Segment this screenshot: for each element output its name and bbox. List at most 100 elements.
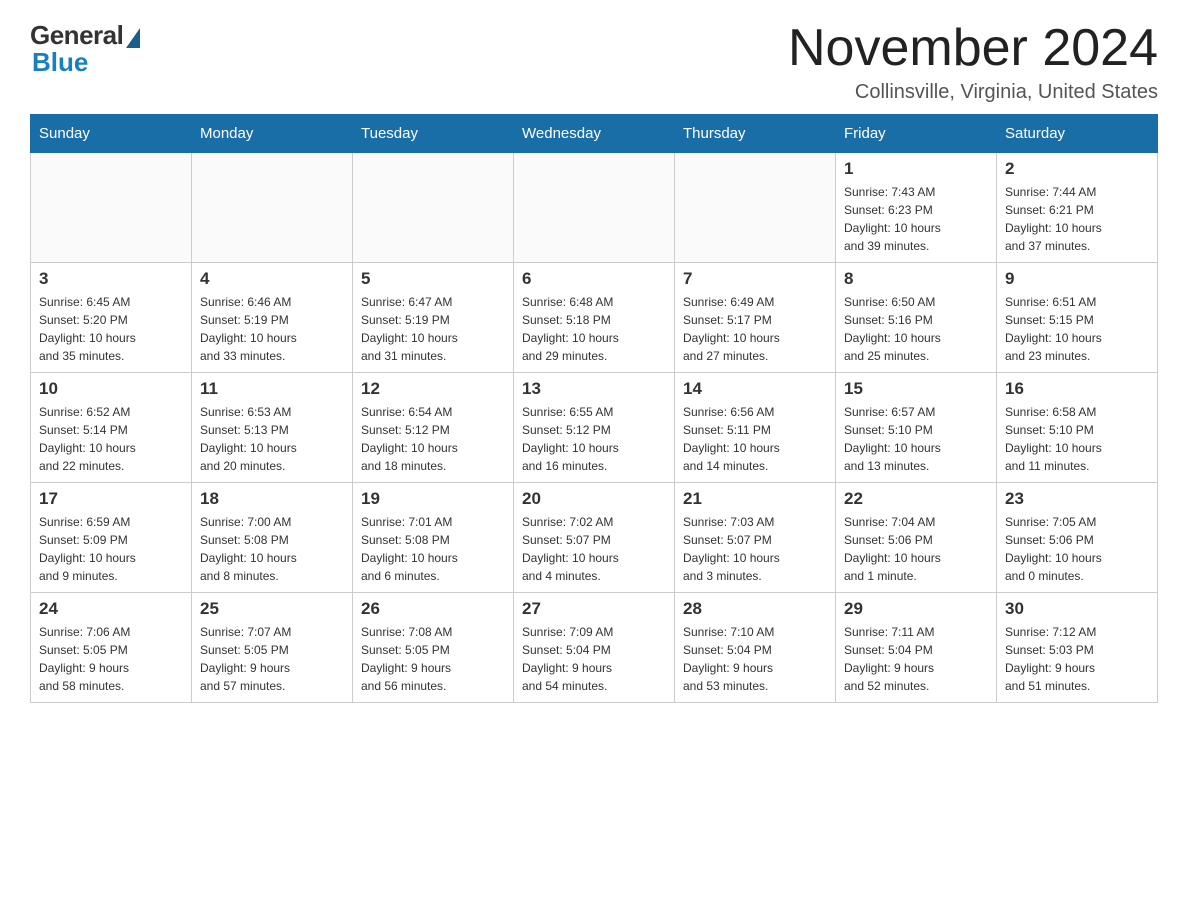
day-number: 25 <box>200 599 344 619</box>
day-sun-info: Sunrise: 7:09 AMSunset: 5:04 PMDaylight:… <box>522 623 666 695</box>
day-number: 28 <box>683 599 827 619</box>
calendar-header: SundayMondayTuesdayWednesdayThursdayFrid… <box>31 115 1158 153</box>
logo-triangle-icon <box>126 28 140 48</box>
calendar-cell <box>192 153 353 263</box>
day-sun-info: Sunrise: 7:03 AMSunset: 5:07 PMDaylight:… <box>683 513 827 585</box>
day-sun-info: Sunrise: 7:02 AMSunset: 5:07 PMDaylight:… <box>522 513 666 585</box>
day-sun-info: Sunrise: 6:58 AMSunset: 5:10 PMDaylight:… <box>1005 403 1149 475</box>
week-row-2: 3 Sunrise: 6:45 AMSunset: 5:20 PMDaylight… <box>31 263 1158 373</box>
day-sun-info: Sunrise: 7:44 AMSunset: 6:21 PMDaylight:… <box>1005 183 1149 255</box>
day-number: 26 <box>361 599 505 619</box>
day-sun-info: Sunrise: 7:04 AMSunset: 5:06 PMDaylight:… <box>844 513 988 585</box>
day-sun-info: Sunrise: 7:07 AMSunset: 5:05 PMDaylight:… <box>200 623 344 695</box>
calendar-cell: 26 Sunrise: 7:08 AMSunset: 5:05 PMDayligh… <box>353 593 514 703</box>
calendar-cell: 10 Sunrise: 6:52 AMSunset: 5:14 PMDayligh… <box>31 373 192 483</box>
week-row-3: 10 Sunrise: 6:52 AMSunset: 5:14 PMDayligh… <box>31 373 1158 483</box>
day-number: 19 <box>361 489 505 509</box>
day-sun-info: Sunrise: 6:49 AMSunset: 5:17 PMDaylight:… <box>683 293 827 365</box>
day-number: 11 <box>200 379 344 399</box>
day-number: 22 <box>844 489 988 509</box>
calendar-cell: 6Sunrise: 6:48 AMSunset: 5:18 PMDaylight… <box>514 263 675 373</box>
weekday-header-friday: Friday <box>836 115 997 153</box>
calendar-cell: 15Sunrise: 6:57 AMSunset: 5:10 PMDayligh… <box>836 373 997 483</box>
day-number: 23 <box>1005 489 1149 509</box>
day-number: 21 <box>683 489 827 509</box>
weekday-header-sunday: Sunday <box>31 115 192 153</box>
logo: General Blue <box>30 20 140 78</box>
calendar-cell: 30 Sunrise: 7:12 AMSunset: 5:03 PMDayligh… <box>997 593 1158 703</box>
calendar-cell: 21 Sunrise: 7:03 AMSunset: 5:07 PMDayligh… <box>675 483 836 593</box>
calendar-table: SundayMondayTuesdayWednesdayThursdayFrid… <box>30 114 1158 703</box>
day-sun-info: Sunrise: 7:11 AMSunset: 5:04 PMDaylight:… <box>844 623 988 695</box>
calendar-cell: 16 Sunrise: 6:58 AMSunset: 5:10 PMDayligh… <box>997 373 1158 483</box>
day-sun-info: Sunrise: 7:01 AMSunset: 5:08 PMDaylight:… <box>361 513 505 585</box>
calendar-cell: 14 Sunrise: 6:56 AMSunset: 5:11 PMDayligh… <box>675 373 836 483</box>
calendar-cell: 9Sunrise: 6:51 AMSunset: 5:15 PMDaylight… <box>997 263 1158 373</box>
day-sun-info: Sunrise: 6:56 AMSunset: 5:11 PMDaylight:… <box>683 403 827 475</box>
day-number: 20 <box>522 489 666 509</box>
calendar-cell: 29 Sunrise: 7:11 AMSunset: 5:04 PMDayligh… <box>836 593 997 703</box>
day-sun-info: Sunrise: 7:08 AMSunset: 5:05 PMDaylight:… <box>361 623 505 695</box>
calendar-cell: 4 Sunrise: 6:46 AMSunset: 5:19 PMDaylight… <box>192 263 353 373</box>
day-number: 3 <box>39 269 183 289</box>
day-sun-info: Sunrise: 7:05 AMSunset: 5:06 PMDaylight:… <box>1005 513 1149 585</box>
day-sun-info: Sunrise: 7:12 AMSunset: 5:03 PMDaylight:… <box>1005 623 1149 695</box>
calendar-body: 1Sunrise: 7:43 AMSunset: 6:23 PMDaylight… <box>31 153 1158 703</box>
day-sun-info: Sunrise: 6:48 AMSunset: 5:18 PMDaylight:… <box>522 293 666 365</box>
day-sun-info: Sunrise: 7:06 AMSunset: 5:05 PMDaylight:… <box>39 623 183 695</box>
week-row-5: 24 Sunrise: 7:06 AMSunset: 5:05 PMDayligh… <box>31 593 1158 703</box>
day-sun-info: Sunrise: 7:43 AMSunset: 6:23 PMDaylight:… <box>844 183 988 255</box>
day-number: 12 <box>361 379 505 399</box>
day-number: 4 <box>200 269 344 289</box>
calendar-cell <box>31 153 192 263</box>
calendar-cell: 8 Sunrise: 6:50 AMSunset: 5:16 PMDaylight… <box>836 263 997 373</box>
weekday-header-monday: Monday <box>192 115 353 153</box>
day-number: 27 <box>522 599 666 619</box>
day-number: 13 <box>522 379 666 399</box>
day-number: 16 <box>1005 379 1149 399</box>
day-sun-info: Sunrise: 6:52 AMSunset: 5:14 PMDaylight:… <box>39 403 183 475</box>
calendar-cell: 25 Sunrise: 7:07 AMSunset: 5:05 PMDayligh… <box>192 593 353 703</box>
day-sun-info: Sunrise: 6:47 AMSunset: 5:19 PMDaylight:… <box>361 293 505 365</box>
calendar-cell: 28 Sunrise: 7:10 AMSunset: 5:04 PMDayligh… <box>675 593 836 703</box>
calendar-cell: 11Sunrise: 6:53 AMSunset: 5:13 PMDayligh… <box>192 373 353 483</box>
title-section: November 2024 Collinsville, Virginia, Un… <box>788 20 1158 104</box>
calendar-cell: 23 Sunrise: 7:05 AMSunset: 5:06 PMDayligh… <box>997 483 1158 593</box>
calendar-cell <box>514 153 675 263</box>
calendar-cell: 5 Sunrise: 6:47 AMSunset: 5:19 PMDaylight… <box>353 263 514 373</box>
calendar-cell: 19 Sunrise: 7:01 AMSunset: 5:08 PMDayligh… <box>353 483 514 593</box>
day-sun-info: Sunrise: 7:00 AMSunset: 5:08 PMDaylight:… <box>200 513 344 585</box>
calendar-cell: 22 Sunrise: 7:04 AMSunset: 5:06 PMDayligh… <box>836 483 997 593</box>
calendar-cell: 24 Sunrise: 7:06 AMSunset: 5:05 PMDayligh… <box>31 593 192 703</box>
day-number: 14 <box>683 379 827 399</box>
location-subtitle: Collinsville, Virginia, United States <box>788 81 1158 104</box>
calendar-cell: 13 Sunrise: 6:55 AMSunset: 5:12 PMDayligh… <box>514 373 675 483</box>
day-sun-info: Sunrise: 7:10 AMSunset: 5:04 PMDaylight:… <box>683 623 827 695</box>
day-sun-info: Sunrise: 6:55 AMSunset: 5:12 PMDaylight:… <box>522 403 666 475</box>
calendar-cell: 12 Sunrise: 6:54 AMSunset: 5:12 PMDayligh… <box>353 373 514 483</box>
calendar-cell: 27 Sunrise: 7:09 AMSunset: 5:04 PMDayligh… <box>514 593 675 703</box>
day-number: 10 <box>39 379 183 399</box>
day-sun-info: Sunrise: 6:45 AMSunset: 5:20 PMDaylight:… <box>39 293 183 365</box>
day-number: 30 <box>1005 599 1149 619</box>
day-sun-info: Sunrise: 6:57 AMSunset: 5:10 PMDaylight:… <box>844 403 988 475</box>
day-number: 2 <box>1005 159 1149 179</box>
day-number: 18 <box>200 489 344 509</box>
day-sun-info: Sunrise: 6:51 AMSunset: 5:15 PMDaylight:… <box>1005 293 1149 365</box>
day-number: 8 <box>844 269 988 289</box>
day-sun-info: Sunrise: 6:54 AMSunset: 5:12 PMDaylight:… <box>361 403 505 475</box>
page-header: General Blue November 2024 Collinsville,… <box>30 20 1158 104</box>
day-sun-info: Sunrise: 6:50 AMSunset: 5:16 PMDaylight:… <box>844 293 988 365</box>
day-number: 5 <box>361 269 505 289</box>
logo-blue-text: Blue <box>32 47 88 78</box>
day-number: 29 <box>844 599 988 619</box>
calendar-cell: 7Sunrise: 6:49 AMSunset: 5:17 PMDaylight… <box>675 263 836 373</box>
calendar-cell: 17Sunrise: 6:59 AMSunset: 5:09 PMDayligh… <box>31 483 192 593</box>
week-row-4: 17Sunrise: 6:59 AMSunset: 5:09 PMDayligh… <box>31 483 1158 593</box>
calendar-cell: 3 Sunrise: 6:45 AMSunset: 5:20 PMDaylight… <box>31 263 192 373</box>
day-number: 17 <box>39 489 183 509</box>
day-sun-info: Sunrise: 6:46 AMSunset: 5:19 PMDaylight:… <box>200 293 344 365</box>
weekday-header-thursday: Thursday <box>675 115 836 153</box>
weekday-header-row: SundayMondayTuesdayWednesdayThursdayFrid… <box>31 115 1158 153</box>
day-number: 24 <box>39 599 183 619</box>
